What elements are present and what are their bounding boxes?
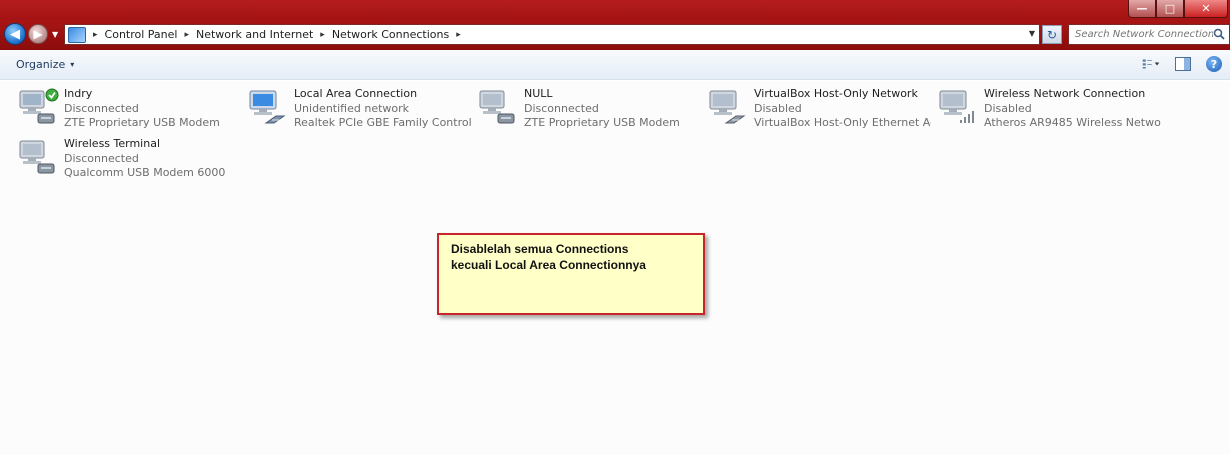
help-icon[interactable]: ?	[1206, 56, 1222, 72]
connection-device: ZTE Proprietary USB Modem	[64, 116, 220, 129]
view-options-icon	[1142, 59, 1160, 69]
address-bar[interactable]: ▸ Control Panel ▸ Network and Internet ▸…	[64, 24, 1040, 45]
connection-device: Atheros AR9485 Wireless Network...	[984, 116, 1161, 129]
connection-device: Qualcomm USB Modem 6000	[64, 166, 226, 179]
minimize-button[interactable]: —	[1128, 0, 1156, 18]
breadcrumb-network-and-internet[interactable]: Network and Internet	[196, 28, 313, 41]
annotation-line: Disablelah semua Connections	[451, 242, 629, 256]
connection-item[interactable]: Wireless Terminal Disconnected Qualcomm …	[16, 137, 241, 185]
breadcrumb-separator[interactable]: ▸	[93, 30, 98, 40]
search-box[interactable]	[1068, 24, 1230, 45]
breadcrumb-control-panel[interactable]: Control Panel	[105, 28, 178, 41]
connection-status: Unidentified network	[294, 101, 410, 115]
search-input[interactable]	[1075, 29, 1213, 40]
connection-status: Disconnected	[64, 151, 139, 165]
wireless-icon	[936, 87, 980, 131]
breadcrumb-network-connections[interactable]: Network Connections	[332, 28, 449, 41]
recent-pages-dropdown[interactable]: ▼	[52, 30, 58, 39]
connection-name: Wireless Network Connection	[984, 87, 1146, 100]
modem-icon	[476, 87, 520, 131]
connection-status: Disabled	[984, 101, 1032, 115]
connection-device: VirtualBox Host-Only Ethernet Ad...	[754, 116, 931, 129]
change-view-button[interactable]	[1142, 56, 1160, 72]
connection-item[interactable]: NULL Disconnected ZTE Proprietary USB Mo…	[476, 87, 701, 135]
connection-name: Local Area Connection	[294, 87, 418, 100]
preview-pane-icon	[1175, 57, 1191, 71]
breadcrumb-separator[interactable]: ▸	[456, 30, 461, 40]
breadcrumb-separator[interactable]: ▸	[320, 30, 325, 40]
organize-label: Organize	[16, 58, 66, 71]
back-button[interactable]: ◀	[4, 23, 26, 45]
breadcrumb-separator[interactable]: ▸	[184, 30, 189, 40]
ethernet-icon	[706, 87, 750, 131]
connection-name: Indry	[64, 87, 93, 100]
search-icon[interactable]	[1213, 28, 1225, 40]
connection-device: ZTE Proprietary USB Modem	[524, 116, 680, 129]
refresh-button[interactable]: ↻	[1042, 25, 1062, 44]
address-dropdown-icon[interactable]: ▼	[1029, 29, 1035, 38]
connection-status: Disconnected	[524, 101, 599, 115]
maximize-button[interactable]: □	[1156, 0, 1184, 18]
connection-item[interactable]: Local Area Connection Unidentified netwo…	[246, 87, 471, 135]
window-controls: — □ ✕	[1128, 0, 1228, 18]
title-bar: — □ ✕	[0, 0, 1230, 20]
connection-item[interactable]: VirtualBox Host-Only Network Disabled Vi…	[706, 87, 931, 135]
forward-button[interactable]: ▶	[28, 24, 48, 44]
modem-icon	[16, 137, 60, 181]
connection-name: Wireless Terminal	[64, 137, 161, 150]
organize-button[interactable]: Organize ▾	[10, 57, 80, 72]
lan-icon	[246, 87, 290, 131]
connections-list: Indry Disconnected ZTE Proprietary USB M…	[0, 81, 1230, 455]
annotation-callout: Disablelah semua Connections kecuali Loc…	[437, 233, 705, 315]
preview-pane-button[interactable]	[1174, 56, 1192, 72]
navigation-bar: ◀ ▶ ▼ ▸ Control Panel ▸ Network and Inte…	[0, 20, 1230, 50]
connection-name: VirtualBox Host-Only Network	[754, 87, 918, 100]
control-panel-icon	[68, 26, 86, 43]
connection-name: NULL	[524, 87, 553, 100]
close-button[interactable]: ✕	[1184, 0, 1228, 18]
connection-device: Realtek PCIe GBE Family Controller	[294, 116, 471, 129]
command-bar: Organize ▾ ?	[0, 50, 1230, 80]
modem-connected-icon	[16, 87, 60, 131]
view-controls: ?	[1142, 56, 1222, 72]
connection-status: Disconnected	[64, 101, 139, 115]
connection-item[interactable]: Wireless Network Connection Disabled Ath…	[936, 87, 1161, 135]
annotation-line: kecuali Local Area Connectionnya	[451, 258, 646, 272]
connection-status: Disabled	[754, 101, 802, 115]
chevron-down-icon: ▾	[70, 60, 75, 69]
connection-item[interactable]: Indry Disconnected ZTE Proprietary USB M…	[16, 87, 241, 135]
